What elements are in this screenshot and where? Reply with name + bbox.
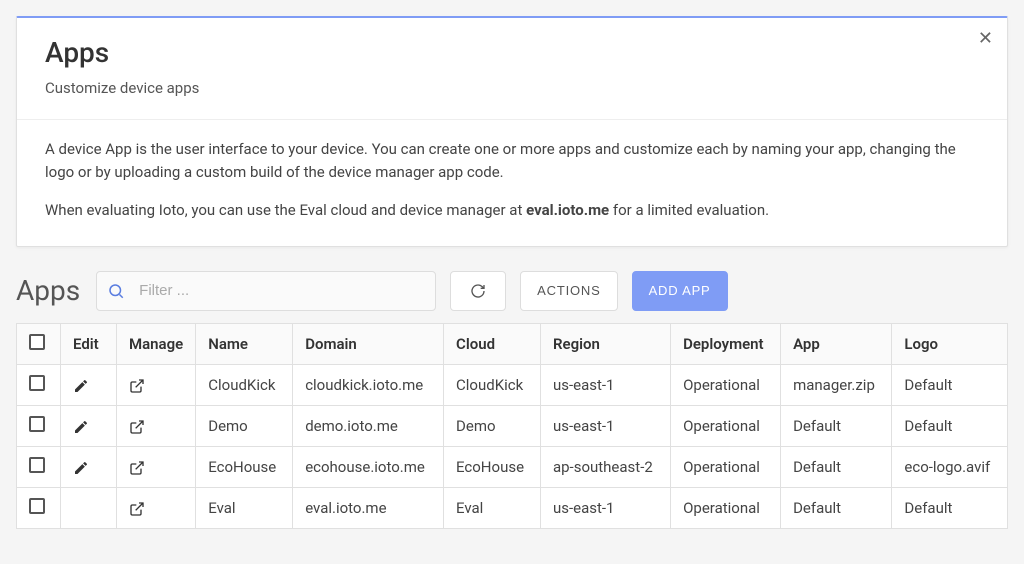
open-external-icon[interactable]: [129, 375, 145, 393]
row-checkbox[interactable]: [29, 498, 45, 514]
edit-icon[interactable]: [73, 375, 89, 393]
cell-cloud: CloudKick: [444, 364, 541, 405]
row-select-cell: [17, 446, 61, 487]
cell-deployment: Operational: [671, 405, 781, 446]
table-row: EcoHouseecohouse.ioto.meEcoHouseap-south…: [17, 446, 1008, 487]
header-cloud: Cloud: [444, 323, 541, 364]
close-icon[interactable]: ✕: [978, 30, 993, 48]
row-checkbox[interactable]: [29, 457, 45, 473]
row-checkbox[interactable]: [29, 375, 45, 391]
cell-region: us-east-1: [540, 405, 670, 446]
apps-table: Edit Manage Name Domain Cloud Region Dep…: [16, 323, 1008, 529]
row-checkbox[interactable]: [29, 416, 45, 432]
cell-app: Default: [781, 487, 892, 528]
cell-cloud: Demo: [444, 405, 541, 446]
cell-deployment: Operational: [671, 364, 781, 405]
table-header-row: Edit Manage Name Domain Cloud Region Dep…: [17, 323, 1008, 364]
row-manage-cell: [117, 446, 196, 487]
row-manage-cell: [117, 405, 196, 446]
cell-region: ap-southeast-2: [540, 446, 670, 487]
cell-name: Eval: [196, 487, 293, 528]
row-manage-cell: [117, 364, 196, 405]
edit-icon[interactable]: [73, 457, 89, 475]
table-row: Evaleval.ioto.meEvalus-east-1Operational…: [17, 487, 1008, 528]
cell-domain: demo.ioto.me: [293, 405, 444, 446]
filter-field[interactable]: [96, 271, 436, 311]
row-manage-cell: [117, 487, 196, 528]
cell-deployment: Operational: [671, 487, 781, 528]
toolbar: Apps ACTIONS ADD APP: [16, 271, 1008, 311]
open-external-icon[interactable]: [129, 416, 145, 434]
panel-paragraph-2: When evaluating Ioto, you can use the Ev…: [45, 199, 979, 222]
table-row: Demodemo.ioto.meDemous-east-1Operational…: [17, 405, 1008, 446]
header-deployment: Deployment: [671, 323, 781, 364]
cell-name: Demo: [196, 405, 293, 446]
cell-domain: ecohouse.ioto.me: [293, 446, 444, 487]
header-domain: Domain: [293, 323, 444, 364]
search-icon: [107, 282, 125, 300]
cell-app: Default: [781, 446, 892, 487]
select-all-checkbox[interactable]: [29, 334, 45, 350]
header-select: [17, 323, 61, 364]
row-edit-cell: [61, 405, 117, 446]
edit-icon[interactable]: [73, 416, 89, 434]
cell-cloud: EcoHouse: [444, 446, 541, 487]
row-edit-cell: [61, 446, 117, 487]
row-select-cell: [17, 405, 61, 446]
header-logo: Logo: [892, 323, 1008, 364]
cell-logo: Default: [892, 405, 1008, 446]
refresh-icon: [470, 283, 486, 299]
cell-domain: eval.ioto.me: [293, 487, 444, 528]
cell-name: CloudKick: [196, 364, 293, 405]
header-name: Name: [196, 323, 293, 364]
cell-deployment: Operational: [671, 446, 781, 487]
panel-subtitle: Customize device apps: [45, 79, 979, 97]
row-edit-cell: [61, 487, 117, 528]
cell-cloud: Eval: [444, 487, 541, 528]
cell-logo: Default: [892, 364, 1008, 405]
info-panel: ✕ Apps Customize device apps A device Ap…: [16, 16, 1008, 247]
refresh-button[interactable]: [450, 271, 506, 311]
filter-input[interactable]: [137, 281, 425, 300]
cell-domain: cloudkick.ioto.me: [293, 364, 444, 405]
eval-host: eval.ioto.me: [526, 201, 609, 219]
table-row: CloudKickcloudkick.ioto.meCloudKickus-ea…: [17, 364, 1008, 405]
cell-logo: eco-logo.avif: [892, 446, 1008, 487]
panel-title: Apps: [45, 36, 979, 69]
open-external-icon[interactable]: [129, 498, 145, 516]
cell-logo: Default: [892, 487, 1008, 528]
header-region: Region: [540, 323, 670, 364]
actions-button[interactable]: ACTIONS: [520, 271, 617, 311]
header-edit: Edit: [61, 323, 117, 364]
cell-name: EcoHouse: [196, 446, 293, 487]
panel-header: Apps Customize device apps: [17, 18, 1007, 120]
panel-body: A device App is the user interface to yo…: [17, 120, 1007, 246]
cell-app: Default: [781, 405, 892, 446]
row-select-cell: [17, 364, 61, 405]
header-manage: Manage: [117, 323, 196, 364]
row-select-cell: [17, 487, 61, 528]
row-edit-cell: [61, 364, 117, 405]
open-external-icon[interactable]: [129, 457, 145, 475]
section-title: Apps: [16, 274, 80, 307]
cell-region: us-east-1: [540, 487, 670, 528]
cell-region: us-east-1: [540, 364, 670, 405]
header-app: App: [781, 323, 892, 364]
add-app-button[interactable]: ADD APP: [632, 271, 728, 311]
cell-app: manager.zip: [781, 364, 892, 405]
panel-paragraph-1: A device App is the user interface to yo…: [45, 138, 979, 183]
